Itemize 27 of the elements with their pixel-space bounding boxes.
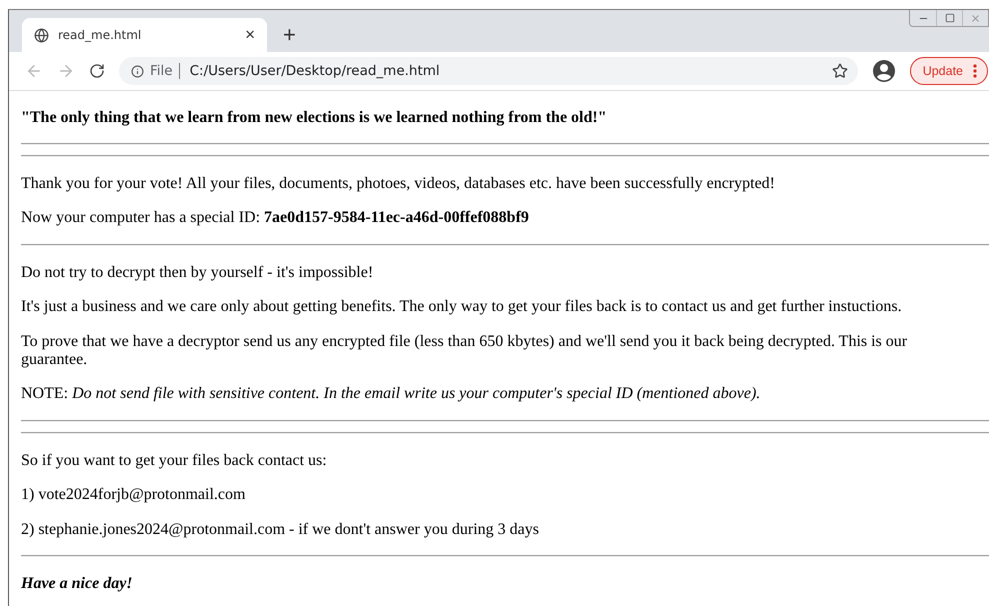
close-tab-button[interactable]: ×	[245, 25, 255, 45]
paragraph: To prove that we have a decryptor send us any encrypted file (less than 650 kbytes) and we'll send you it back being decrypted. This is our guarantee.	[21, 332, 908, 370]
info-icon	[131, 64, 144, 78]
paragraph: Now your computer has a special ID: 7ae0d157-9584-11ec-a46d-00ffef088bf9	[21, 209, 530, 228]
update-button[interactable]: Update	[910, 57, 988, 85]
new-tab-button[interactable]: +	[279, 22, 300, 48]
paragraph: It's just a business and we care only about getting benefits. The only way to get your files back is to contact us and get further instuctions.	[21, 298, 903, 317]
paragraph: Thank you for your vote! All your files, documents, photoes, videos, databases etc. have been successfully encrypted!	[21, 175, 776, 194]
scheme-label: File	[150, 63, 180, 79]
paragraph: 1) vote2024forjb@protonmail.com	[21, 486, 246, 505]
paragraph: Do not try to decrypt then by yourself - it's impossible!	[21, 264, 374, 282]
url-text: C:/Users/User/Desktop/read_me.html	[190, 63, 441, 79]
bookmark-star-icon[interactable]	[832, 63, 848, 79]
paragraph: 2) stephanie.jones2024@protonmail.com - if we dont't answer you during 3 days	[21, 520, 540, 539]
reload-button[interactable]	[89, 63, 105, 79]
close-icon	[970, 12, 981, 24]
tab-title: read_me.html	[58, 28, 142, 42]
address-bar[interactable]: File C:/Users/User/Desktop/read_me.html	[119, 57, 858, 85]
page-heading: "The only thing that we learn from new elections is we learned nothing from the old!"	[21, 109, 608, 127]
sign-off-text: Have a nice day!	[21, 574, 134, 593]
browser-tab[interactable]: read_me.html ×	[22, 18, 267, 52]
globe-icon	[34, 28, 49, 42]
maximize-icon	[944, 13, 954, 23]
more-menu-icon	[973, 64, 977, 78]
paragraph: So if you want to get your files back contact us:	[21, 452, 328, 470]
paragraph: NOTE: Do not send file with sensitive content. In the email write us your computer's special ID (mentioned above).	[21, 385, 762, 404]
profile-icon[interactable]	[872, 59, 896, 83]
